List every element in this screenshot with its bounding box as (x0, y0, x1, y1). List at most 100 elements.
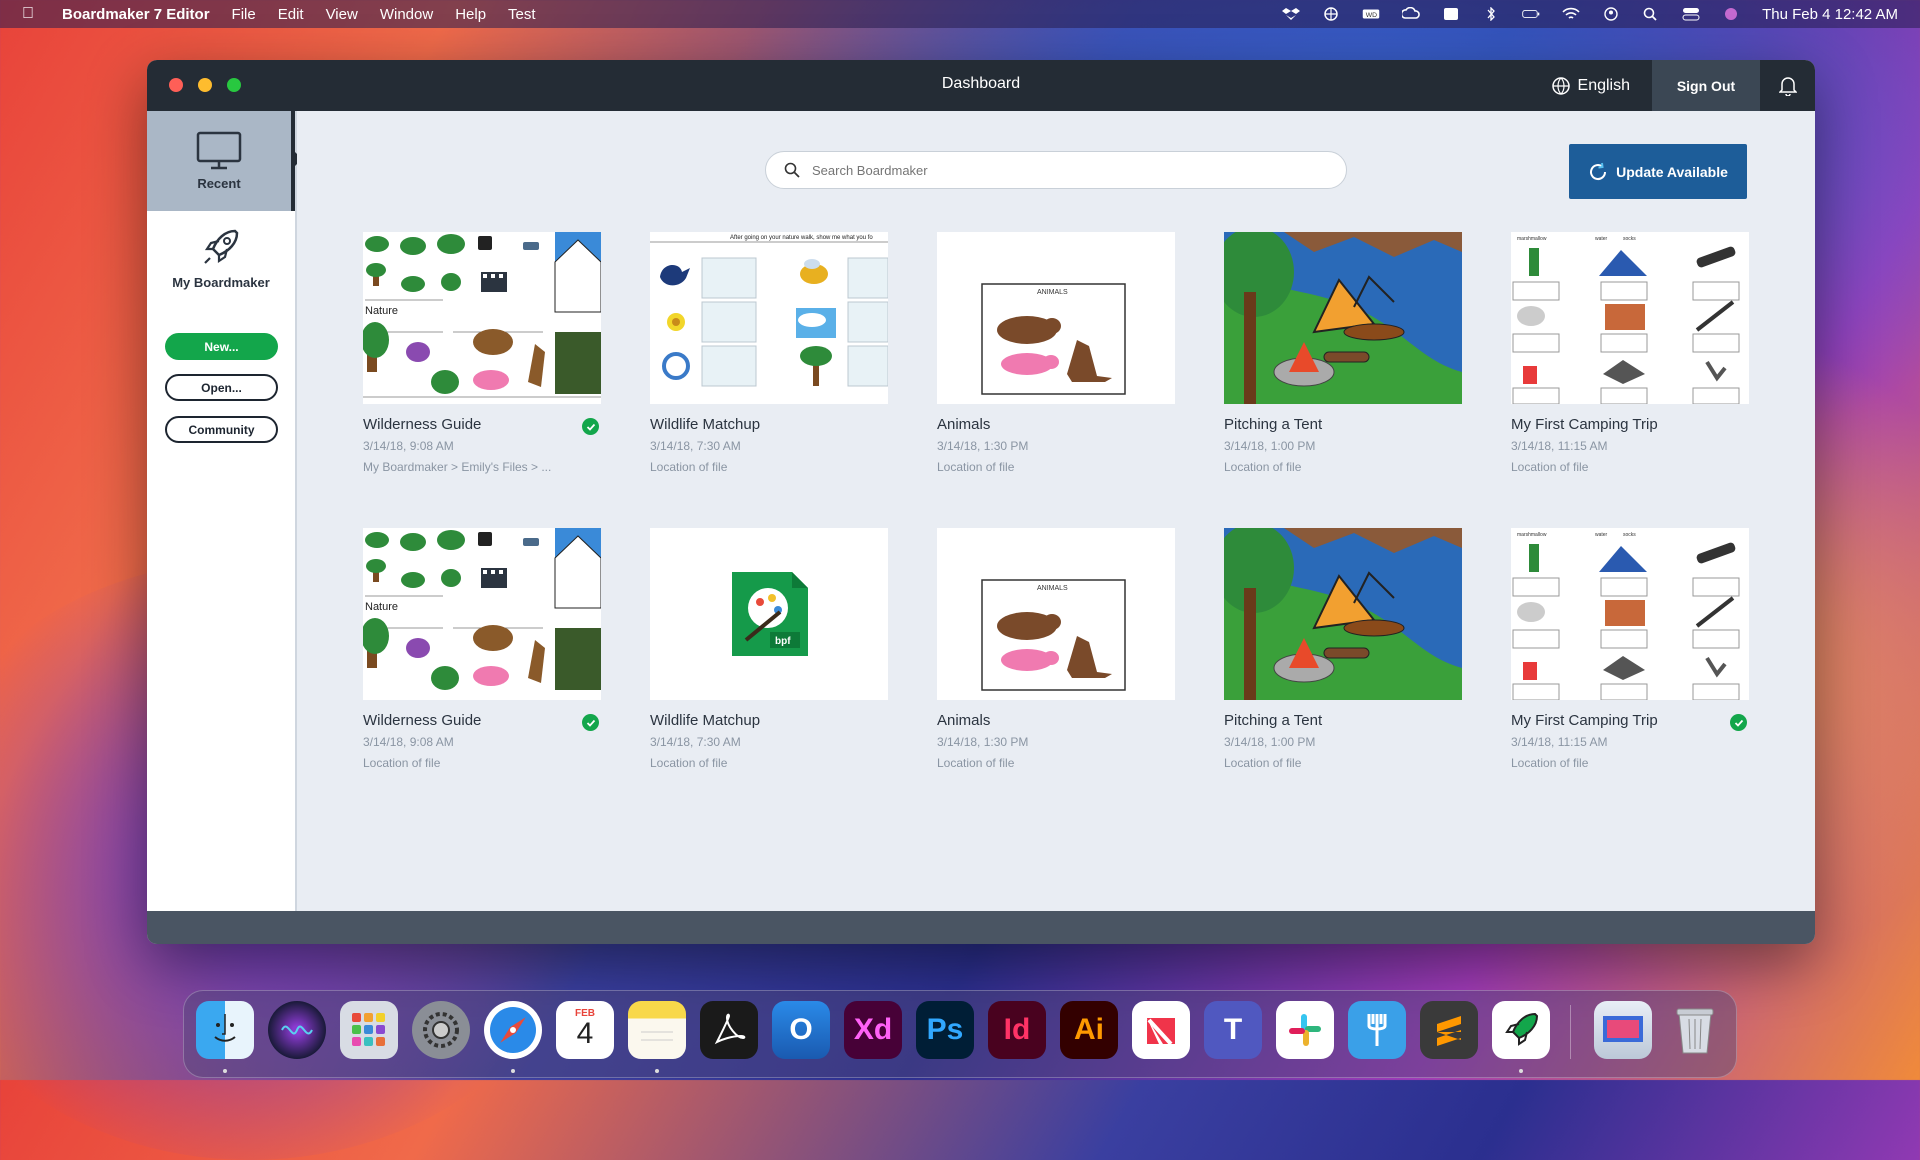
search-icon (784, 162, 800, 178)
outlook-label: O (789, 1013, 813, 1046)
open-button[interactable]: Open... (165, 374, 278, 401)
update-available-button[interactable]: Update Available (1569, 144, 1747, 199)
dashboard-window: Dashboard English Sign Out Recent My Boa… (147, 60, 1815, 944)
file-location: Location of file (1511, 460, 1589, 474)
teams-label: T (1223, 1013, 1243, 1046)
spotlight-icon[interactable] (1642, 7, 1660, 21)
screen-capture-icon[interactable] (1594, 1001, 1652, 1059)
file-card-my-first-camping-trip[interactable]: marshmallow water socks My First Camping… (1511, 232, 1749, 482)
svg-text:WD: WD (1366, 12, 1377, 19)
menu-help[interactable]: Help (455, 6, 486, 23)
menu-app-name[interactable]: Boardmaker 7 Editor (62, 6, 210, 23)
community-button[interactable]: Community (165, 416, 278, 443)
indesign-icon[interactable]: Id (988, 1001, 1046, 1059)
file-card-wilderness-guide[interactable]: Nature Wilderness Guide 3/14/18, 9:08 AM… (363, 528, 601, 778)
file-card-pitching-a-tent[interactable]: Pitching a Tent 3/14/18, 1:00 PM Locatio… (1224, 528, 1462, 778)
file-location: Location of file (363, 756, 441, 770)
dropbox-icon[interactable] (1282, 7, 1301, 21)
file-location: Location of file (650, 460, 728, 474)
file-card-wildlife-matchup[interactable]: bpf Wildlife Matchup 3/14/18, 7:30 AM Lo… (650, 528, 888, 778)
battery-icon[interactable] (1522, 7, 1540, 21)
bpf-label: bpf (775, 636, 791, 647)
file-thumbnail: bpf (650, 528, 888, 700)
wd-drive-icon[interactable]: WD (1362, 7, 1380, 21)
menu-view[interactable]: View (326, 6, 358, 23)
app-status-icon[interactable] (1442, 7, 1460, 21)
file-date: 3/14/18, 9:08 AM (363, 735, 454, 749)
slack-icon[interactable] (1276, 1001, 1334, 1059)
menu-test[interactable]: Test (508, 6, 536, 23)
file-thumbnail: Nature (363, 528, 601, 700)
outlook-icon[interactable]: O (772, 1001, 830, 1059)
ps-label: Ps (926, 1013, 964, 1046)
dock-divider (1570, 1005, 1571, 1059)
monitor-icon (196, 131, 242, 170)
launchpad-icon[interactable] (340, 1001, 398, 1059)
file-thumbnail: marshmallow water socks (1511, 528, 1749, 700)
bluetooth-icon[interactable] (1482, 7, 1500, 21)
search-input[interactable] (810, 161, 1314, 179)
search-bar[interactable] (765, 151, 1347, 189)
file-card-animals[interactable]: ANIMALS Animals 3/14/18, 1:30 PM Locatio… (937, 232, 1175, 482)
news-icon[interactable] (1132, 1001, 1190, 1059)
creative-cloud-icon[interactable] (1402, 7, 1420, 21)
thumb-water-label: water (1595, 532, 1608, 538)
siri-icon[interactable] (1722, 7, 1740, 21)
trash-icon[interactable] (1666, 1001, 1724, 1059)
safari-icon[interactable] (484, 1001, 542, 1059)
menu-file[interactable]: File (232, 6, 256, 23)
file-title: Wilderness Guide (363, 416, 482, 433)
synced-check-icon (1730, 714, 1747, 731)
menu-edit[interactable]: Edit (278, 6, 304, 23)
language-selector[interactable]: English (1551, 60, 1630, 111)
calendar-icon[interactable]: FEB 4 (556, 1001, 614, 1059)
file-thumbnail: Nature (363, 232, 601, 404)
finder-icon[interactable] (196, 1001, 254, 1059)
file-date: 3/14/18, 11:15 AM (1511, 735, 1608, 749)
wifi-icon[interactable] (1562, 7, 1580, 21)
file-thumbnail (1224, 232, 1462, 404)
file-location: Location of file (937, 460, 1015, 474)
teams-icon[interactable]: T (1204, 1001, 1262, 1059)
file-card-my-first-camping-trip[interactable]: marshmallow water socks My First Camping… (1511, 528, 1749, 778)
thumb-nature-label: Nature (365, 601, 398, 613)
thumb-socks-label: socks (1623, 532, 1636, 538)
synced-check-icon (582, 714, 599, 731)
file-title: Pitching a Tent (1224, 416, 1323, 433)
file-card-wildlife-matchup[interactable]: After going on your nature walk, show me… (650, 232, 888, 482)
illustrator-icon[interactable]: Ai (1060, 1001, 1118, 1059)
sign-out-button[interactable]: Sign Out (1652, 60, 1760, 111)
notes-icon[interactable] (628, 1001, 686, 1059)
synced-check-icon (582, 418, 599, 435)
system-preferences-icon[interactable] (412, 1001, 470, 1059)
notifications-button[interactable] (1759, 60, 1815, 111)
file-date: 3/14/18, 1:30 PM (937, 735, 1029, 749)
sidebar-item-my-boardmaker[interactable]: My Boardmaker (147, 211, 295, 306)
language-label: English (1577, 76, 1630, 94)
globe-status-icon[interactable] (1322, 7, 1340, 21)
fork-icon[interactable] (1348, 1001, 1406, 1059)
file-card-pitching-a-tent[interactable]: Pitching a Tent 3/14/18, 1:00 PM Locatio… (1224, 232, 1462, 482)
sublime-text-icon[interactable] (1420, 1001, 1478, 1059)
photoshop-icon[interactable]: Ps (916, 1001, 974, 1059)
file-date: 3/14/18, 7:30 AM (650, 439, 741, 453)
file-thumbnail: After going on your nature walk, show me… (650, 232, 888, 404)
new-button[interactable]: New... (165, 333, 278, 360)
boardmaker-dock-icon[interactable] (1492, 1001, 1550, 1059)
siri-dock-icon[interactable] (268, 1001, 326, 1059)
thumb-marshmallow-label: marshmallow (1517, 532, 1547, 538)
file-thumbnail: ANIMALS (937, 232, 1175, 404)
sidebar-recent-label: Recent (197, 176, 241, 191)
user-icon[interactable] (1602, 7, 1620, 21)
sidebar-item-recent[interactable]: Recent (147, 111, 295, 211)
apple-icon[interactable]:  (22, 5, 44, 23)
file-title: Pitching a Tent (1224, 712, 1323, 729)
refresh-icon (1590, 162, 1607, 180)
acrobat-icon[interactable] (700, 1001, 758, 1059)
file-card-wilderness-guide[interactable]: Nature Wilderness Guide 3/14/18, 9:08 AM… (363, 232, 601, 482)
control-center-icon[interactable] (1682, 7, 1700, 21)
menu-clock[interactable]: Thu Feb 4 12:42 AM (1762, 6, 1898, 23)
file-card-animals[interactable]: ANIMALS Animals 3/14/18, 1:30 PM Locatio… (937, 528, 1175, 778)
xd-icon[interactable]: Xd (844, 1001, 902, 1059)
menu-window[interactable]: Window (380, 6, 433, 23)
